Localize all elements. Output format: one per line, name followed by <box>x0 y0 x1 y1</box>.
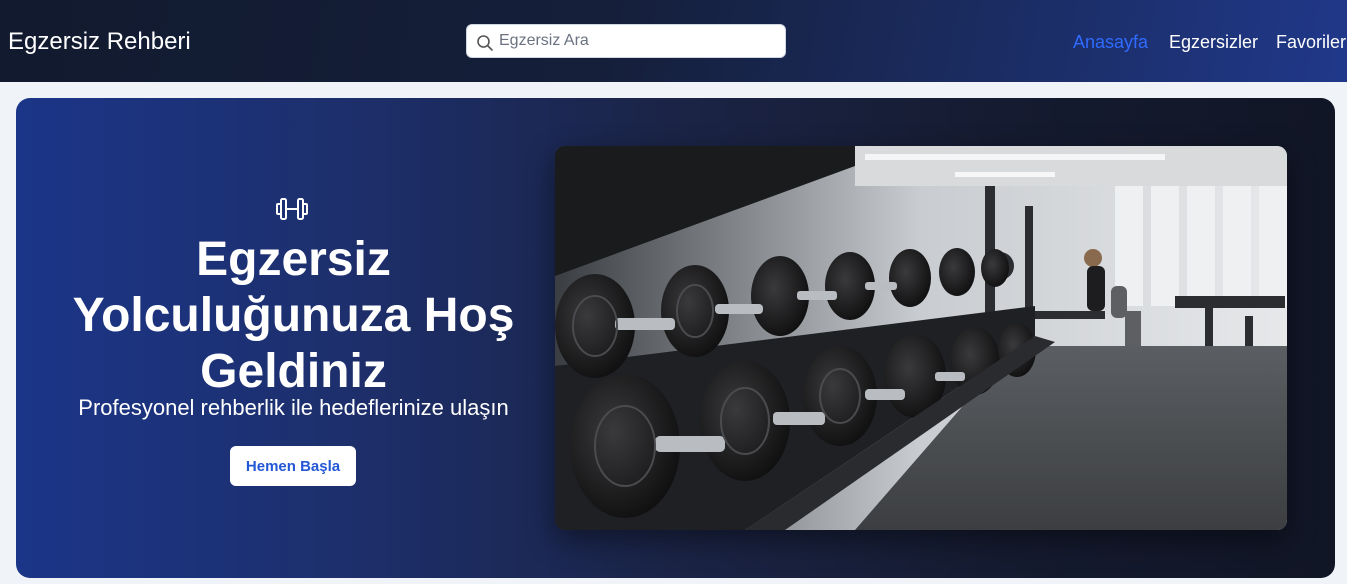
nav-link-favoriler[interactable]: Favoriler <box>1276 31 1346 53</box>
hero-content: Egzersiz Yolculuğunuza Hoş Geldiniz Prof… <box>16 98 571 578</box>
search-input[interactable] <box>499 26 779 56</box>
nav-link-anasayfa[interactable]: Anasayfa <box>1073 31 1148 53</box>
hero-section: Egzersiz Yolculuğunuza Hoş Geldiniz Prof… <box>16 98 1335 578</box>
search-box[interactable] <box>466 24 786 58</box>
gym-dumbbell-rack-photo <box>555 146 1287 530</box>
start-now-button[interactable]: Hemen Başla <box>230 446 356 486</box>
search-icon <box>477 35 493 51</box>
navbar: Egzersiz Rehberi Anasayfa Egzersizler Fa… <box>0 0 1347 82</box>
dumbbell-icon <box>276 198 308 220</box>
nav-link-egzersizler[interactable]: Egzersizler <box>1169 31 1258 53</box>
brand-title[interactable]: Egzersiz Rehberi <box>8 28 191 56</box>
hero-title: Egzersiz Yolculuğunuza Hoş Geldiniz <box>72 233 515 398</box>
hero-subtitle: Profesyonel rehberlik ile hedeflerinize … <box>78 395 509 420</box>
hero-image <box>555 146 1287 530</box>
